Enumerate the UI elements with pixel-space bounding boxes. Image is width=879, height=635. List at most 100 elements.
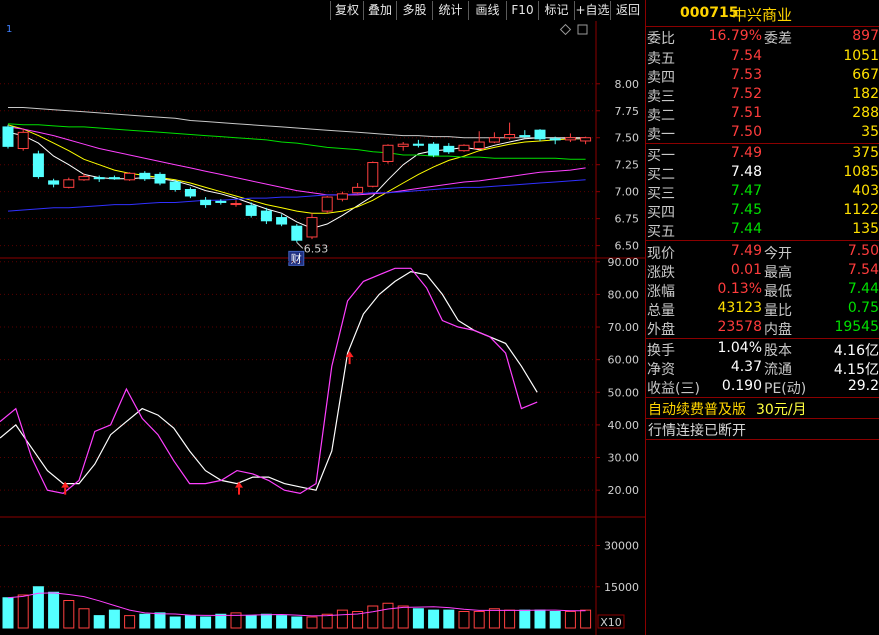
candlestick — [169, 181, 181, 191]
quote-label-2: 委差 — [764, 31, 792, 47]
quote-value: 23578 — [717, 319, 762, 335]
quote-value-2: 1051 — [843, 48, 879, 64]
toolbar-button-8[interactable]: 返回 — [610, 1, 645, 20]
quote-row: 卖一 7.50 35 — [646, 124, 879, 143]
volume-bar — [184, 615, 196, 629]
quote-label: 外盘 — [647, 322, 675, 338]
candlestick — [367, 162, 379, 187]
toolbar-button-0[interactable]: 复权 — [330, 1, 363, 20]
candlestick — [473, 141, 485, 150]
separator-bid-ask — [646, 143, 879, 144]
candlestick — [245, 205, 257, 216]
candlestick — [397, 143, 409, 147]
candlestick — [230, 203, 242, 206]
volume-bar — [93, 615, 105, 629]
quote-value: 7.51 — [730, 105, 762, 121]
quote-row: 买四 7.45 1122 — [646, 202, 879, 221]
candlestick — [534, 129, 546, 140]
toolbar-button-2[interactable]: 多股 — [396, 1, 432, 20]
candlestick — [580, 137, 592, 142]
kdj-tick-label: 70.00 — [608, 321, 640, 334]
quote-value-2: 4.16亿 — [833, 343, 879, 359]
moving-average-line-4 — [8, 107, 586, 140]
volume-bar — [580, 609, 592, 629]
quote-label: 净资 — [647, 362, 675, 378]
quote-row: 买一 7.49 375 — [646, 145, 879, 164]
candlestick — [352, 186, 364, 194]
promo-banner[interactable]: 自动续费普及版 30元/月 — [648, 399, 807, 419]
volume-bar — [260, 613, 272, 629]
quote-value-2: 182 — [852, 86, 879, 102]
toolbar-button-4[interactable]: 画线 — [468, 1, 506, 20]
volume-bar — [336, 609, 348, 629]
quote-label: 卖四 — [647, 70, 675, 86]
volume-bar — [504, 609, 516, 629]
candlestick — [32, 153, 44, 178]
quote-row: 买三 7.47 403 — [646, 183, 879, 202]
volume-bar — [169, 616, 181, 629]
kline-chart-svg[interactable]: 1 8.00 7.75 7.50 7.25 7.00 6.75 6.50 6.53财 90.00 8… — [0, 21, 645, 635]
quote-value: 43123 — [717, 300, 762, 316]
kdj-tick-label: 40.00 — [608, 419, 640, 432]
quote-value-2: 403 — [852, 183, 879, 199]
separator-stats — [646, 338, 879, 339]
chart-area[interactable]: 1 8.00 7.75 7.50 7.25 7.00 6.75 6.50 6.53 财 90.00 8… — [0, 21, 645, 635]
quote-row: 买二 7.48 1085 — [646, 164, 879, 183]
toolbar-button-7[interactable]: +自选 — [574, 1, 610, 20]
quote-row: 现价 7.49 今开 7.50 — [646, 243, 879, 262]
stock-code: 000715 — [680, 5, 739, 21]
kdj-tick-label: 90.00 — [608, 256, 640, 269]
toolbar-button-5[interactable]: F10 — [506, 1, 538, 20]
quote-value: 7.44 — [730, 221, 762, 237]
volume-bar — [124, 615, 136, 629]
price-tick-label: 8.00 — [615, 78, 640, 91]
volume-bar — [382, 602, 394, 629]
quote-value: 0.190 — [721, 378, 762, 394]
square-icon[interactable] — [577, 24, 588, 35]
quote-row: 收益(三) 0.190 PE(动) 29.2 — [646, 378, 879, 397]
candlestick — [306, 217, 318, 238]
volume-bar — [397, 605, 409, 629]
candlestick — [63, 179, 75, 188]
promo-price: 30元/月 — [756, 402, 807, 418]
separator-fundamentals — [646, 397, 879, 398]
quote-value-2: 1085 — [843, 164, 879, 180]
price-tick-label: 7.00 — [615, 186, 640, 199]
quote-value: 7.52 — [730, 86, 762, 102]
volume-bar — [139, 613, 151, 629]
volume-bar — [2, 597, 14, 629]
quote-row: 外盘 23578 内盘 19545 — [646, 319, 879, 338]
kdj-tick-label: 50.00 — [608, 386, 640, 399]
candlestick — [108, 177, 120, 180]
volume-bar — [63, 600, 75, 629]
quote-value: 0.01 — [730, 262, 762, 278]
candlestick — [276, 217, 288, 225]
volume-tick-label: 30000 — [604, 540, 639, 553]
diamond-icon[interactable] — [559, 23, 572, 36]
volume-bar — [488, 608, 500, 629]
candlestick — [291, 225, 303, 241]
volume-bar — [428, 609, 440, 629]
quote-label: 卖三 — [647, 89, 675, 105]
quote-label: 总量 — [647, 303, 675, 319]
toolbar-button-6[interactable]: 标记 — [538, 1, 574, 20]
volume-tick-label: 15000 — [604, 581, 639, 594]
candlestick — [412, 143, 424, 146]
candlestick — [321, 196, 333, 212]
quote-label-2: 量比 — [764, 303, 792, 319]
quote-label: 买四 — [647, 205, 675, 221]
quote-row: 总量 43123 量比 0.75 — [646, 300, 879, 319]
candlestick — [382, 144, 394, 162]
volume-unit-label: X10 — [600, 616, 622, 629]
candlestick — [48, 180, 60, 185]
candlestick — [549, 138, 561, 141]
volume-bar — [154, 612, 166, 629]
toolbar-button-1[interactable]: 叠加 — [363, 1, 396, 20]
quote-row: 买五 7.44 135 — [646, 221, 879, 240]
quote-value-2: 0.75 — [847, 300, 879, 316]
kdj-tick-label: 60.00 — [608, 354, 640, 367]
volume-bar — [534, 609, 546, 629]
buy-signal-arrow — [235, 481, 243, 488]
stock-title: 000715 中兴商业 — [646, 0, 879, 26]
toolbar-button-3[interactable]: 统计 — [432, 1, 468, 20]
